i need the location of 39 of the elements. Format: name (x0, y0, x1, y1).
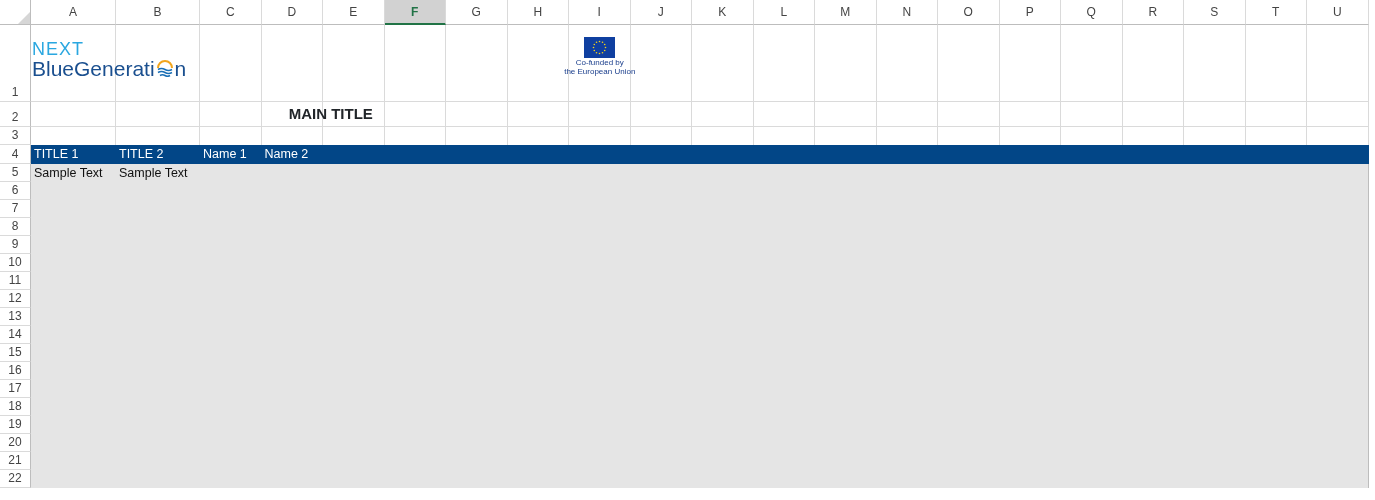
column-header[interactable]: L (753, 0, 815, 25)
column-header[interactable]: I (569, 0, 631, 25)
column-header[interactable]: F (384, 0, 446, 25)
column-title: TITLE 1 (33, 146, 80, 164)
column-header[interactable]: K (692, 0, 754, 25)
table-cell-text: Sample Text (118, 164, 189, 182)
column-header[interactable]: C (200, 0, 262, 25)
column-header[interactable]: N (876, 0, 938, 25)
column-title: Name 1 (202, 146, 248, 164)
column-header[interactable]: O (938, 0, 1000, 25)
eu-flag-icon (584, 37, 616, 58)
column-title: TITLE 2 (118, 146, 165, 164)
logo-text: n (174, 58, 187, 79)
column-header[interactable]: B (116, 0, 200, 25)
triangle-icon (18, 12, 30, 24)
row-header[interactable]: 3 (0, 127, 31, 145)
sun-wave-icon (155, 60, 174, 77)
column-header[interactable]: U (1307, 0, 1369, 25)
column-header[interactable]: G (446, 0, 508, 25)
row-header[interactable]: 2 (0, 102, 31, 127)
emblem-caption: the European Union (564, 67, 636, 77)
column-header[interactable]: Q (1061, 0, 1123, 25)
column-header[interactable]: H (507, 0, 569, 25)
logo-text: BlueGenerati (32, 58, 155, 79)
column-header[interactable]: E (323, 0, 385, 25)
column-title: Name 2 (263, 146, 310, 164)
column-header[interactable]: A (31, 0, 116, 25)
column-header[interactable]: S (1184, 0, 1246, 25)
column-header[interactable]: T (1245, 0, 1307, 25)
column-header[interactable]: J (630, 0, 692, 25)
column-header[interactable]: M (815, 0, 877, 25)
row-header[interactable]: 1 (0, 25, 31, 102)
main-title: MAIN TITLE (288, 104, 373, 125)
table-cell-text: Sample Text (33, 164, 104, 182)
emblem-caption: Co-funded by (575, 58, 624, 68)
logo-text: NEXT (32, 40, 85, 58)
column-header[interactable]: P (999, 0, 1061, 25)
column-header[interactable]: D (261, 0, 323, 25)
column-header[interactable]: R (1122, 0, 1184, 25)
